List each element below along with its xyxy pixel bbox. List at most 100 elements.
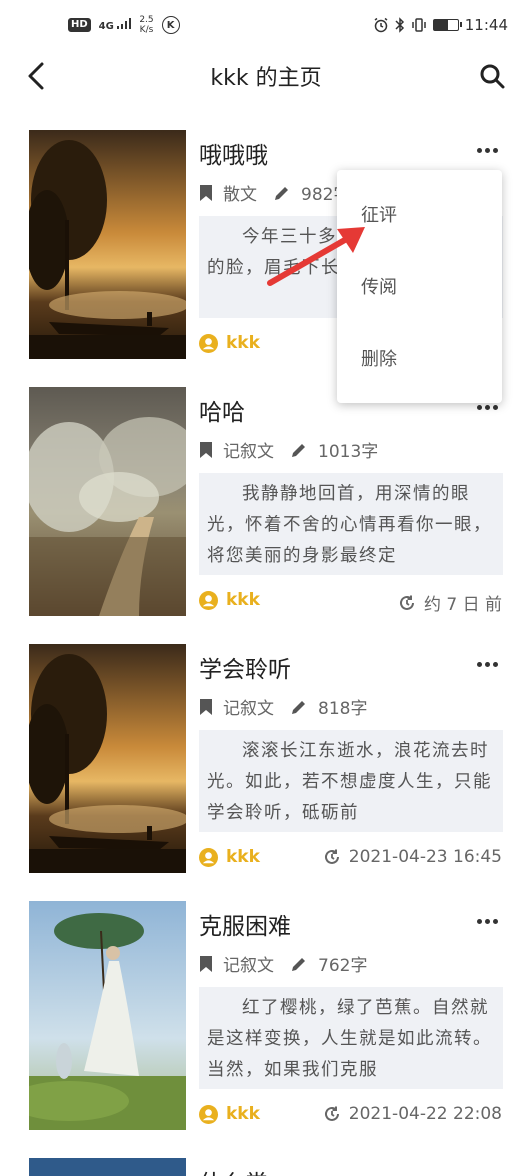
page-title: kkk 的主页 (210, 66, 322, 91)
history-clock-icon (399, 595, 414, 610)
battery-level-fill (433, 20, 449, 30)
article-author[interactable]: kkk (199, 1104, 260, 1124)
dot-icon (484, 918, 490, 924)
article-cover-image[interactable] (29, 130, 186, 359)
user-avatar-icon (199, 847, 218, 867)
dot-icon (484, 404, 490, 410)
network-type: 4G (98, 21, 114, 32)
bookmark-icon (199, 698, 213, 716)
woman-with-parasol-painting-image (29, 901, 186, 1130)
dot-icon (484, 661, 490, 667)
dot-icon (492, 404, 498, 410)
article-genre: 记叙文 (223, 699, 274, 719)
article-cover-image[interactable] (29, 901, 186, 1130)
dot-icon (492, 918, 498, 924)
article-author[interactable]: kkk (199, 333, 260, 353)
landscape-painting-image (29, 644, 186, 873)
article-title[interactable]: 学会聆听 (199, 650, 291, 684)
landscape-painting-image (29, 130, 186, 359)
dot-icon (476, 147, 482, 153)
history-clock-icon (324, 849, 339, 864)
author-name: kkk (226, 333, 260, 353)
search-icon (480, 64, 505, 89)
article-time: 2021-04-23 16:45 (323, 847, 502, 867)
article-card[interactable]: 哈哈 记叙文 1013字 我静静地回首，用深情的眼光，怀着不舍的心情再看你一眼，… (0, 387, 532, 644)
menu-item-review[interactable]: 征评 (337, 178, 502, 250)
bookmark-icon (199, 441, 213, 459)
article-excerpt[interactable]: 我静静地回首，用深情的眼光，怀着不舍的心情再看你一眼，将您美丽的身影最终定 (199, 473, 503, 575)
article-word-count: 818字 (318, 699, 368, 719)
article-genre: 记叙文 (223, 442, 274, 462)
article-time-text: 2021-04-23 16:45 (348, 847, 502, 867)
dot-icon (476, 661, 482, 667)
article-word-count: 762字 (318, 956, 368, 976)
pencil-icon (290, 955, 308, 973)
pencil-icon (290, 698, 308, 716)
hd-indicator: HD (68, 18, 91, 32)
article-title[interactable]: 哈哈 (199, 393, 245, 427)
status-time: 11:44 (464, 16, 508, 34)
dot-icon (476, 918, 482, 924)
dot-icon (492, 661, 498, 667)
more-options-button[interactable] (472, 654, 502, 674)
article-meta: 记叙文 762字 (199, 951, 367, 976)
user-avatar-icon (199, 590, 218, 610)
status-bar: HD 4G 2.5 K/s K 11:44 (0, 0, 532, 50)
article-title[interactable]: 哦哦哦 (199, 136, 268, 170)
bookmark-icon (199, 955, 213, 973)
article-meta: 散文 982字 (199, 180, 350, 205)
author-name: kkk (226, 590, 260, 610)
search-button[interactable] (474, 58, 510, 94)
dot-icon (492, 147, 498, 153)
dot-icon (484, 147, 490, 153)
article-title[interactable]: 克服困难 (199, 907, 291, 941)
article-time-text: 2021-04-22 22:08 (348, 1104, 502, 1124)
more-options-button[interactable] (472, 911, 502, 931)
user-avatar-icon (199, 1104, 218, 1124)
more-options-menu: 征评 传阅 删除 (337, 170, 502, 403)
network-signal: 4G (99, 18, 132, 32)
menu-item-share-read[interactable]: 传阅 (337, 250, 502, 322)
history-clock-icon (324, 1106, 339, 1121)
app-header: kkk 的主页 (0, 50, 532, 102)
signal-bars-icon (117, 18, 132, 29)
landscape-painting-image (29, 1158, 186, 1176)
network-speed: 2.5 K/s (139, 15, 153, 35)
pencil-icon (290, 441, 308, 459)
article-time-text: 约 7 日 前 (423, 595, 502, 615)
article-cover-image[interactable] (29, 644, 186, 873)
article-cover-image[interactable] (29, 1158, 186, 1176)
article-meta: 记叙文 818字 (199, 694, 367, 719)
article-card[interactable]: 什么常 (0, 1158, 532, 1176)
article-meta: 记叙文 1013字 (199, 437, 378, 462)
author-name: kkk (226, 1104, 260, 1124)
article-cover-image[interactable] (29, 387, 186, 616)
pencil-icon (273, 184, 291, 202)
bookmark-icon (199, 184, 213, 202)
network-speed-unit: K/s (139, 25, 154, 35)
article-title[interactable]: 什么常 (199, 1164, 268, 1176)
dot-icon (476, 404, 482, 410)
article-excerpt[interactable]: 红了樱桃，绿了芭蕉。自然就是这样变换，人生就是如此流转。当然，如果我们克服 (199, 987, 503, 1089)
alarm-icon (374, 17, 388, 33)
article-author[interactable]: kkk (199, 847, 260, 867)
landscape-painting-image (29, 387, 186, 616)
article-card[interactable]: 学会聆听 记叙文 818字 滚滚长江东逝水，浪花流去时光。如此，若不想虚度人生，… (0, 644, 532, 901)
article-time: 约 7 日 前 (398, 590, 502, 615)
menu-item-delete[interactable]: 删除 (337, 322, 502, 394)
article-genre: 散文 (223, 185, 257, 205)
more-options-button[interactable] (472, 140, 502, 160)
battery-icon (432, 19, 462, 31)
k-app-icon: K (161, 16, 180, 34)
article-genre: 记叙文 (223, 956, 274, 976)
bluetooth-icon (395, 17, 404, 33)
article-excerpt[interactable]: 滚滚长江东逝水，浪花流去时光。如此，若不想虚度人生，只能学会聆听，砥砺前 (199, 730, 503, 832)
network-speed-value: 2.5 (139, 15, 154, 25)
user-avatar-icon (199, 333, 218, 353)
article-word-count: 1013字 (318, 442, 379, 462)
vibrate-icon (412, 18, 426, 32)
author-name: kkk (226, 847, 260, 867)
article-author[interactable]: kkk (199, 590, 260, 610)
article-card[interactable]: 克服困难 记叙文 762字 红了樱桃，绿了芭蕉。自然就是这样变换，人生就是如此流… (0, 901, 532, 1158)
article-time: 2021-04-22 22:08 (323, 1104, 502, 1124)
